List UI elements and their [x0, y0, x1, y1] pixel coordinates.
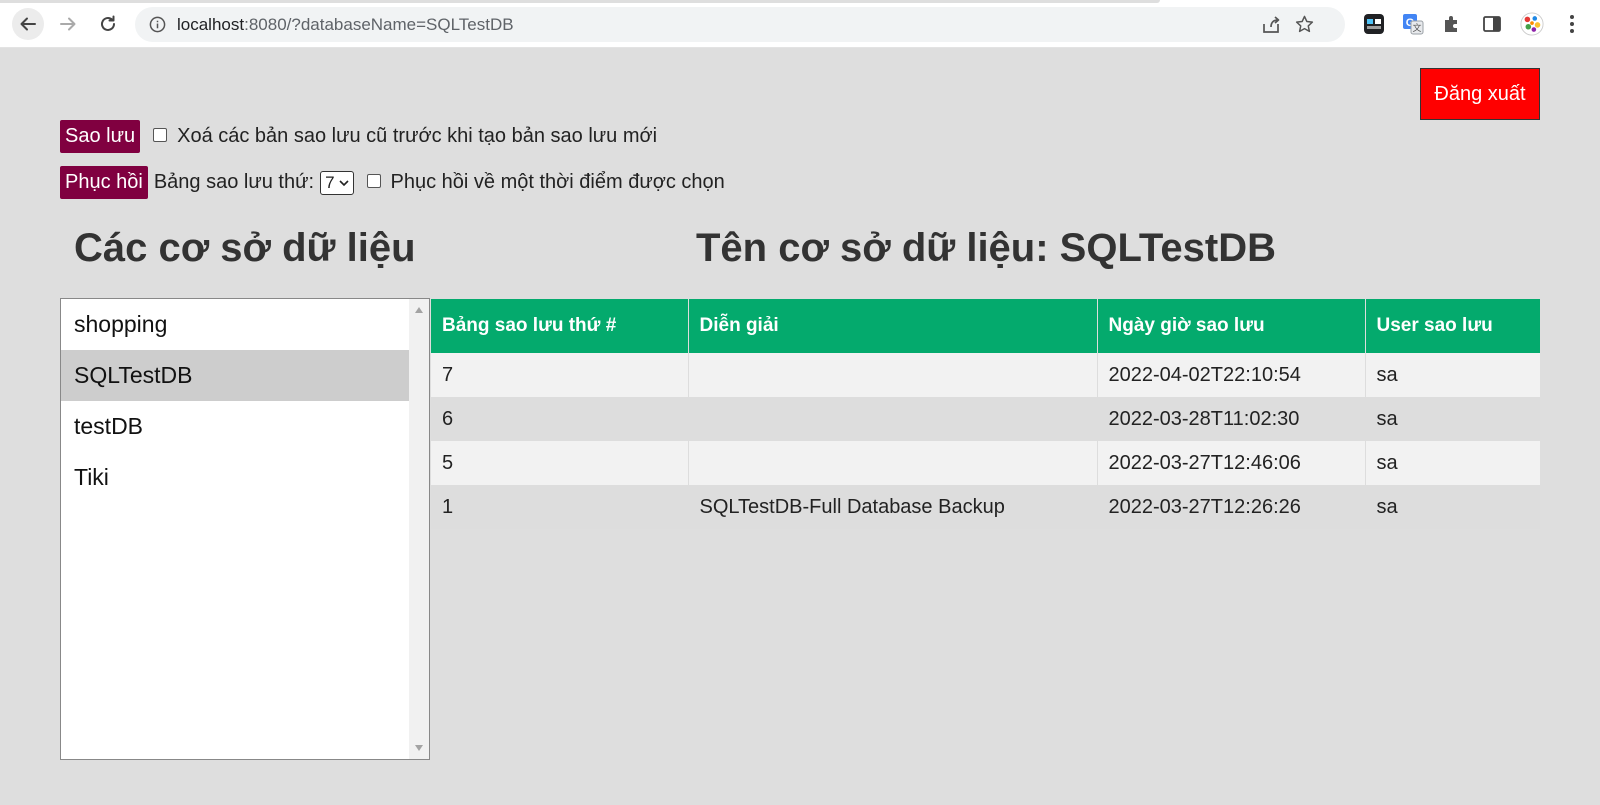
- backup-number-value: 7: [325, 172, 335, 192]
- scroll-down-arrow-icon[interactable]: [415, 745, 423, 751]
- cell-backup-user: sa: [1365, 485, 1540, 529]
- cell-description: [688, 397, 1098, 441]
- delete-old-backups-checkbox[interactable]: [153, 127, 168, 142]
- table-row[interactable]: 6 2022-03-28T11:02:30 sa: [431, 397, 1540, 441]
- svg-text:文: 文: [1412, 22, 1421, 33]
- column-header-backup-date: Ngày giờ sao lưu: [1097, 299, 1366, 353]
- point-in-time-checkbox[interactable]: [366, 173, 381, 188]
- forward-button[interactable]: [52, 8, 84, 40]
- reload-button[interactable]: [92, 8, 124, 40]
- cell-backup-date: 2022-03-28T11:02:30: [1097, 397, 1366, 441]
- url-path: :8080/?databaseName=SQLTestDB: [244, 15, 514, 34]
- chevron-down-icon: [338, 179, 349, 186]
- cell-backup-user: sa: [1365, 397, 1540, 441]
- cell-backup-number: 5: [431, 441, 689, 485]
- database-name-heading: Tên cơ sở dữ liệu: SQLTestDB: [696, 226, 1276, 270]
- cell-backup-date: 2022-03-27T12:26:26: [1097, 485, 1366, 529]
- address-bar[interactable]: localhost:8080/?databaseName=SQLTestDB: [135, 7, 1345, 42]
- url-text[interactable]: localhost:8080/?databaseName=SQLTestDB: [177, 15, 514, 35]
- scroll-up-arrow-icon[interactable]: [415, 307, 423, 313]
- tab-strip: [0, 0, 1160, 3]
- column-header-backup-user: User sao lưu: [1365, 299, 1540, 353]
- extension-icon[interactable]: [1362, 12, 1386, 36]
- browser-toolbar: localhost:8080/?databaseName=SQLTestDB G…: [0, 0, 1600, 48]
- backups-table: Bảng sao lưu thứ # Diễn giải Ngày giờ sa…: [431, 299, 1540, 529]
- translate-icon[interactable]: G文: [1401, 12, 1425, 36]
- cell-backup-number: 7: [431, 353, 689, 397]
- column-header-description: Diễn giải: [688, 299, 1098, 353]
- table-header-row: Bảng sao lưu thứ # Diễn giải Ngày giờ sa…: [431, 299, 1540, 353]
- profile-glyph: [1520, 12, 1544, 36]
- restore-row: Phục hồi Bảng sao lưu thứ: 7 Phục hồi về…: [60, 166, 725, 199]
- database-list[interactable]: shopping SQLTestDB testDB Tiki: [60, 298, 430, 760]
- cell-backup-user: sa: [1365, 441, 1540, 485]
- column-header-backup-number: Bảng sao lưu thứ #: [431, 299, 689, 353]
- backup-number-select[interactable]: 7: [320, 170, 354, 195]
- table-row[interactable]: 5 2022-03-27T12:46:06 sa: [431, 441, 1540, 485]
- backup-number-label: Bảng sao lưu thứ:: [153, 171, 315, 193]
- back-button[interactable]: [12, 8, 44, 40]
- restore-button[interactable]: Phục hồi: [60, 166, 148, 199]
- url-host: localhost: [177, 15, 245, 34]
- puzzle-glyph: [1445, 16, 1457, 32]
- profile-icon[interactable]: [1520, 12, 1544, 36]
- puzzle-icon[interactable]: [1440, 12, 1464, 36]
- star-icon[interactable]: [1294, 14, 1315, 35]
- extension-glyph: [1364, 14, 1384, 34]
- backup-button[interactable]: Sao lưu: [60, 120, 141, 153]
- sidepanel-icon[interactable]: [1480, 12, 1504, 36]
- table-row[interactable]: 1 SQLTestDB-Full Database Backup 2022-03…: [431, 485, 1540, 529]
- point-in-time-label: Phục hồi về một thời điểm được chọn: [390, 171, 725, 193]
- reload-icon: [101, 15, 115, 31]
- translate-glyph: G文: [1403, 14, 1424, 35]
- delete-old-backups-label: Xoá các bản sao lưu cũ trước khi tạo bản…: [177, 125, 658, 147]
- menu-glyph: [1570, 15, 1574, 33]
- cell-description: [688, 441, 1098, 485]
- menu-icon[interactable]: [1560, 12, 1584, 36]
- table-row[interactable]: 7 2022-04-02T22:10:54 sa: [431, 353, 1540, 397]
- database-item-tiki[interactable]: Tiki: [61, 452, 409, 503]
- cell-backup-number: 1: [431, 485, 689, 529]
- logout-button[interactable]: Đăng xuất: [1420, 68, 1540, 120]
- forward-icon: [60, 17, 76, 31]
- databases-heading: Các cơ sở dữ liệu: [74, 226, 416, 270]
- backup-row: Sao lưu Xoá các bản sao lưu cũ trước khi…: [60, 120, 657, 153]
- back-icon: [20, 17, 36, 31]
- cell-description: SQLTestDB-Full Database Backup: [688, 485, 1098, 529]
- database-item-shopping[interactable]: shopping: [61, 299, 409, 350]
- cell-backup-date: 2022-04-02T22:10:54: [1097, 353, 1366, 397]
- sidepanel-glyph: [1483, 16, 1501, 32]
- database-item-testdb[interactable]: testDB: [61, 401, 409, 452]
- database-item-sqltestdb[interactable]: SQLTestDB: [61, 350, 409, 401]
- cell-backup-user: sa: [1365, 353, 1540, 397]
- list-scrollbar[interactable]: [409, 299, 429, 759]
- share-icon[interactable]: [1261, 15, 1281, 35]
- cell-backup-date: 2022-03-27T12:46:06: [1097, 441, 1366, 485]
- cell-description: [688, 353, 1098, 397]
- cell-backup-number: 6: [431, 397, 689, 441]
- info-icon[interactable]: [149, 16, 166, 33]
